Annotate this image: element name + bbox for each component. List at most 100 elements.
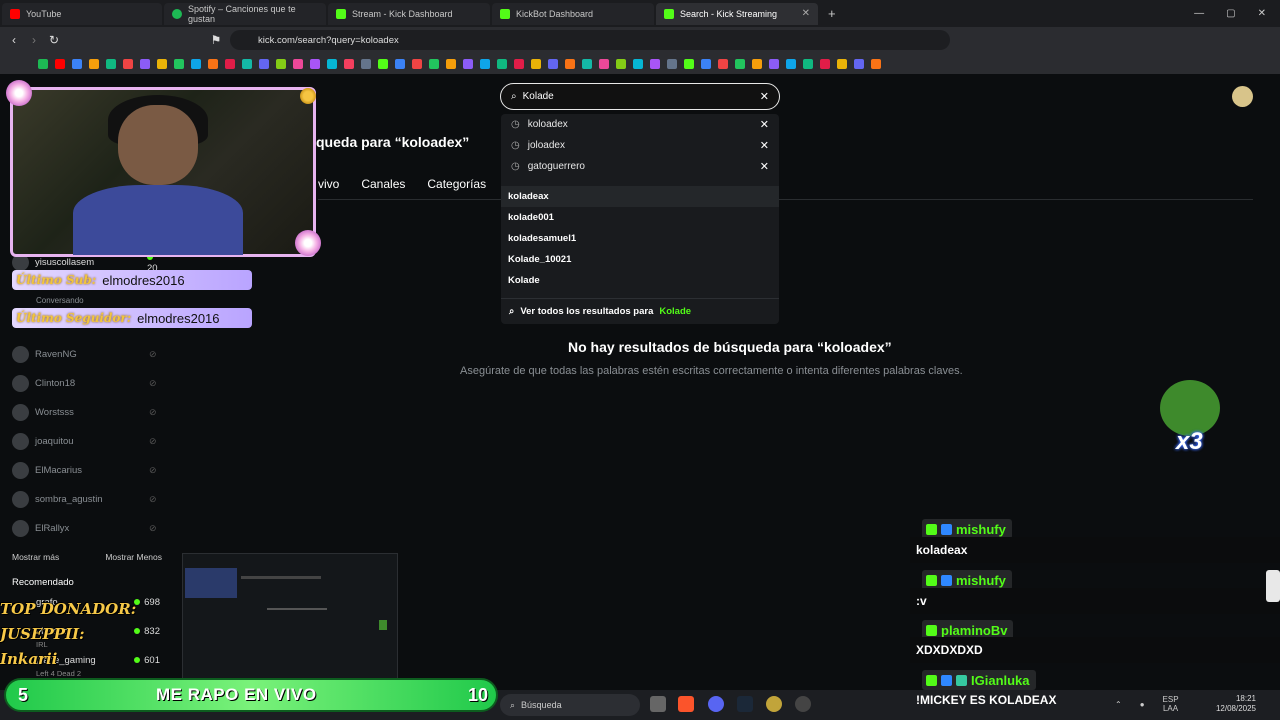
task-view-icon[interactable] — [650, 696, 666, 712]
bookmark-favicon-icon[interactable] — [463, 58, 473, 69]
tab-kick-search[interactable]: Search - Kick Streaming ✕ — [656, 2, 818, 25]
bookmark-favicon-icon[interactable] — [684, 58, 694, 69]
clear-search-icon[interactable]: ✕ — [760, 90, 769, 103]
sidebar-channel[interactable]: Clinton18 ⊘ — [12, 375, 157, 392]
bookmark-favicon-icon[interactable] — [752, 58, 762, 69]
bookmark-favicon-icon[interactable] — [361, 58, 371, 69]
bookmark-favicon-icon[interactable] — [89, 58, 99, 69]
remove-recent-icon[interactable]: ✕ — [760, 118, 769, 131]
bookmark-favicon-icon[interactable] — [565, 58, 575, 69]
forward-icon[interactable]: › — [24, 33, 44, 47]
bookmark-favicon-icon[interactable] — [531, 58, 541, 69]
bookmark-favicon-icon[interactable] — [429, 58, 439, 69]
remove-recent-icon[interactable]: ✕ — [760, 160, 769, 173]
bookmark-favicon-icon[interactable] — [633, 58, 643, 69]
bookmark-favicon-icon[interactable] — [446, 58, 456, 69]
bookmark-favicon-icon[interactable] — [497, 58, 507, 69]
bookmark-favicon-icon[interactable] — [242, 58, 252, 69]
bookmark-favicon-icon[interactable] — [293, 58, 303, 69]
recent-search-item[interactable]: ◷ koloadex ✕ — [501, 114, 779, 135]
bookmark-favicon-icon[interactable] — [667, 58, 677, 69]
bookmark-favicon-icon[interactable] — [769, 58, 779, 69]
bookmark-favicon-icon[interactable] — [480, 58, 490, 69]
bookmark-favicon-icon[interactable] — [225, 58, 235, 69]
tab-categories[interactable]: Categorías — [427, 177, 486, 191]
new-tab-button[interactable]: + — [820, 3, 844, 25]
bookmark-favicon-icon[interactable] — [582, 58, 592, 69]
bookmark-favicon-icon[interactable] — [735, 58, 745, 69]
suggestion-item[interactable]: Kolade — [501, 270, 779, 291]
recent-search-item[interactable]: ◷ gatoguerrero ✕ — [501, 156, 779, 177]
chevron-up-icon[interactable]: ⌃ — [1115, 700, 1122, 709]
bookmark-favicon-icon[interactable] — [140, 58, 150, 69]
url-field[interactable]: kick.com/search?query=koloadex — [230, 30, 950, 50]
suggestion-item[interactable]: koladeax — [501, 186, 779, 207]
bookmark-favicon-icon[interactable] — [191, 58, 201, 69]
bookmark-favicon-icon[interactable] — [259, 58, 269, 69]
sidebar-channel[interactable]: sombra_agustin ⊘ — [12, 491, 157, 508]
bookmark-favicon-icon[interactable] — [616, 58, 626, 69]
obs-icon[interactable] — [795, 696, 811, 712]
close-tab-icon[interactable]: ✕ — [802, 8, 810, 19]
language-indicator[interactable]: ESP LAA — [1163, 695, 1179, 713]
maximize-icon[interactable]: ▢ — [1226, 8, 1235, 19]
sidebar-channel[interactable]: ElRallyx ⊘ — [12, 520, 157, 537]
recent-search-item[interactable]: ◷ joloadex ✕ — [501, 135, 779, 156]
brave-icon[interactable] — [678, 696, 694, 712]
bookmark-favicon-icon[interactable] — [106, 58, 116, 69]
bookmark-favicon-icon[interactable] — [548, 58, 558, 69]
minimize-icon[interactable]: — — [1194, 8, 1204, 19]
bookmark-favicon-icon[interactable] — [72, 58, 82, 69]
discord-icon[interactable] — [708, 696, 724, 712]
bookmark-favicon-icon[interactable] — [395, 58, 405, 69]
remove-recent-icon[interactable]: ✕ — [760, 139, 769, 152]
reload-icon[interactable]: ↻ — [44, 33, 64, 47]
suggestion-item[interactable]: Kolade_10021 — [501, 249, 779, 270]
sidebar-channel[interactable]: ElMacarius ⊘ — [12, 462, 157, 479]
tab-youtube[interactable]: YouTube — [2, 2, 162, 25]
search-input[interactable]: ⌕ Kolade ✕ — [500, 83, 780, 110]
bookmark-favicon-icon[interactable] — [38, 58, 48, 69]
tab-kick-dashboard[interactable]: Stream - Kick Dashboard — [328, 2, 490, 25]
suggestion-item[interactable]: kolade001 — [501, 207, 779, 228]
bookmark-favicon-icon[interactable] — [276, 58, 286, 69]
bookmark-favicon-icon[interactable] — [378, 58, 388, 69]
bookmark-icon[interactable]: ⚑ — [206, 33, 226, 47]
bookmark-favicon-icon[interactable] — [871, 58, 881, 69]
bookmark-favicon-icon[interactable] — [701, 58, 711, 69]
steam-icon[interactable] — [737, 696, 753, 712]
sidebar-channel[interactable]: RavenNG ⊘ — [12, 346, 157, 363]
bookmark-favicon-icon[interactable] — [854, 58, 864, 69]
suggestion-item[interactable]: koladesamuel1 — [501, 228, 779, 249]
bookmark-favicon-icon[interactable] — [650, 58, 660, 69]
see-all-results-link[interactable]: ⌕ Ver todos los resultados para Kolade — [501, 298, 779, 324]
taskbar-search[interactable]: ⌕ Búsqueda — [500, 694, 640, 716]
bookmark-favicon-icon[interactable] — [786, 58, 796, 69]
bookmark-favicon-icon[interactable] — [599, 58, 609, 69]
show-less-link[interactable]: Mostrar Menos — [105, 552, 162, 562]
bookmark-favicon-icon[interactable] — [327, 58, 337, 69]
taskbar-clock[interactable]: 18:21 12/08/2025 — [1216, 694, 1256, 714]
sidebar-channel[interactable]: Worstsss ⊘ — [12, 404, 157, 421]
bookmark-favicon-icon[interactable] — [174, 58, 184, 69]
scrollbar-thumb[interactable] — [1266, 570, 1280, 602]
bookmark-favicon-icon[interactable] — [157, 58, 167, 69]
bookmark-favicon-icon[interactable] — [123, 58, 133, 69]
bookmark-favicon-icon[interactable] — [837, 58, 847, 69]
bookmark-favicon-icon[interactable] — [412, 58, 422, 69]
bookmark-favicon-icon[interactable] — [514, 58, 524, 69]
bookmark-favicon-icon[interactable] — [718, 58, 728, 69]
show-more-link[interactable]: Mostrar más — [12, 552, 59, 562]
sidebar-channel[interactable]: joaquitou ⊘ — [12, 433, 157, 450]
tab-live[interactable]: vivo — [318, 177, 339, 191]
bookmark-favicon-icon[interactable] — [803, 58, 813, 69]
back-icon[interactable]: ‹ — [4, 33, 24, 47]
app-icon[interactable] — [766, 696, 782, 712]
tab-spotify[interactable]: Spotify – Canciones que te gustan — [164, 2, 326, 25]
bookmark-favicon-icon[interactable] — [208, 58, 218, 69]
bookmark-favicon-icon[interactable] — [310, 58, 320, 69]
bookmark-favicon-icon[interactable] — [344, 58, 354, 69]
close-window-icon[interactable]: ✕ — [1258, 8, 1266, 19]
user-avatar[interactable] — [1232, 86, 1253, 107]
tab-channels[interactable]: Canales — [361, 177, 405, 191]
